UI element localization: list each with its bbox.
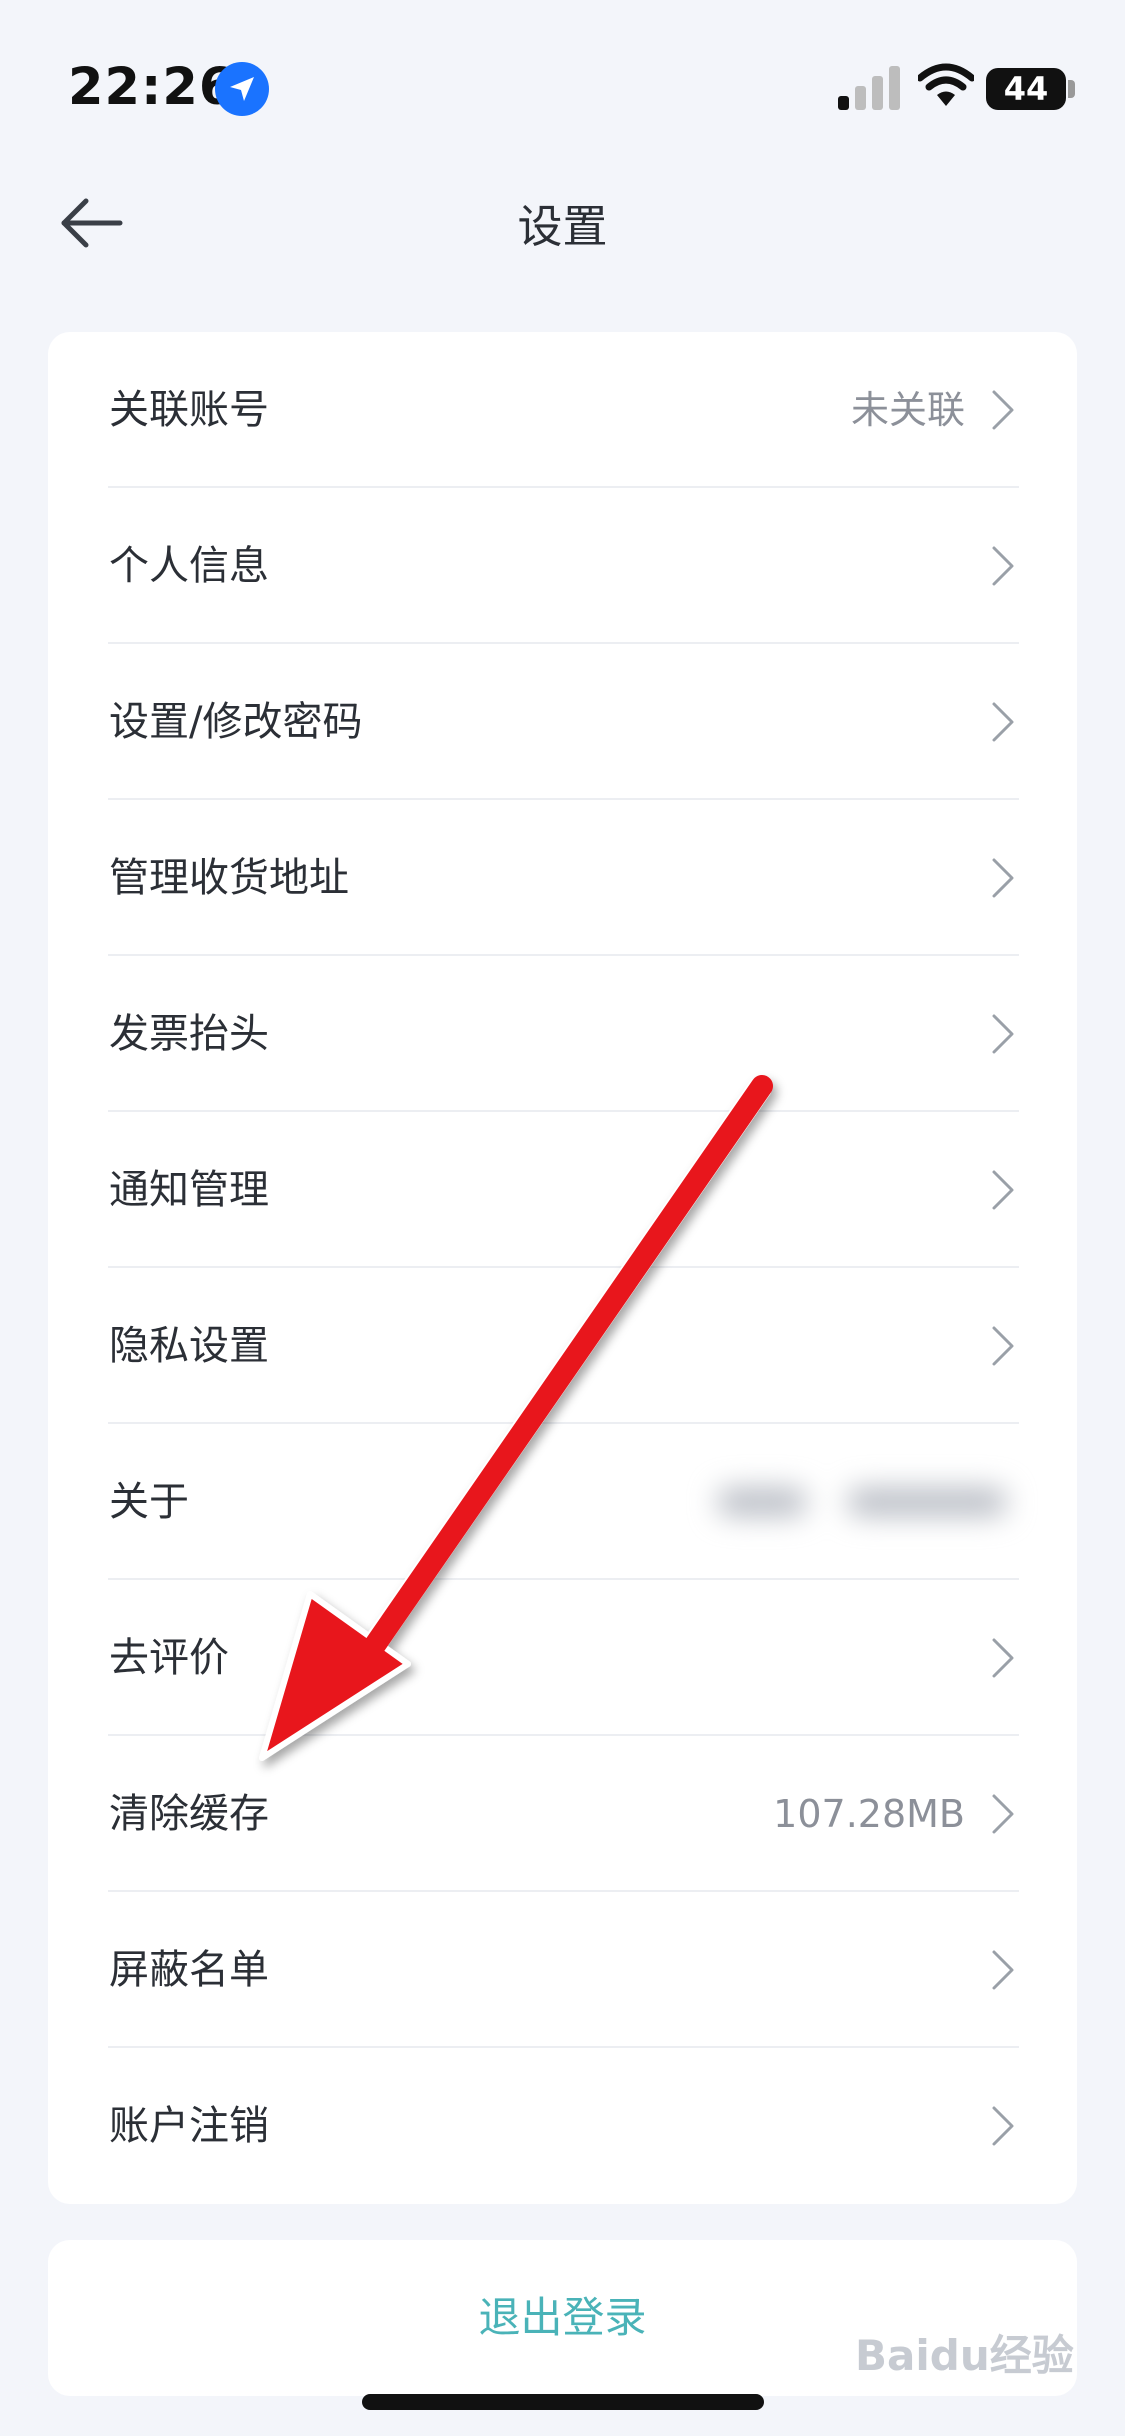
baidu-watermark: Baidu经验	[855, 2331, 1074, 2380]
item-label: 清除缓存	[109, 1791, 269, 1837]
settings-item-linked-account[interactable]: 关联账号 未关联	[48, 332, 1077, 488]
page-title: 设置	[517, 200, 608, 253]
blurred-version-info	[697, 1474, 1017, 1530]
settings-item-notifications[interactable]: 通知管理	[48, 1112, 1077, 1268]
chevron-right-icon	[992, 546, 1014, 586]
home-indicator[interactable]	[362, 2394, 764, 2410]
settings-list: 关联账号 未关联 个人信息 设置/修改密码 管理收货地址 发票抬头 通知管理 隐…	[48, 332, 1077, 2204]
settings-item-rate[interactable]: 去评价	[48, 1580, 1077, 1736]
chevron-right-icon	[992, 1794, 1014, 1834]
item-label: 发票抬头	[109, 1011, 269, 1057]
chevron-right-icon	[992, 858, 1014, 898]
nav-bar: 设置	[0, 170, 1125, 320]
status-time: 22:26	[68, 58, 236, 117]
battery-level: 44	[1003, 70, 1049, 108]
chevron-right-icon	[992, 1014, 1014, 1054]
settings-item-invoice-title[interactable]: 发票抬头	[48, 956, 1077, 1112]
settings-item-delete-account[interactable]: 账户注销	[48, 2048, 1077, 2204]
cache-size-value: 107.28MB	[773, 1792, 965, 1836]
chevron-right-icon	[992, 390, 1014, 430]
signal-icon	[838, 66, 900, 110]
item-label: 屏蔽名单	[109, 1947, 269, 1993]
item-label: 隐私设置	[109, 1323, 269, 1369]
battery-cap	[1068, 80, 1075, 98]
chevron-right-icon	[992, 1638, 1014, 1678]
settings-item-clear-cache[interactable]: 清除缓存 107.28MB	[48, 1736, 1077, 1892]
item-label: 账户注销	[109, 2103, 269, 2149]
chevron-right-icon	[992, 1950, 1014, 1990]
item-label: 设置/修改密码	[109, 699, 363, 745]
settings-item-shipping-address[interactable]: 管理收货地址	[48, 800, 1077, 956]
item-label: 管理收货地址	[109, 855, 349, 901]
item-label: 通知管理	[109, 1167, 269, 1213]
item-label: 关于	[109, 1479, 189, 1525]
location-icon	[215, 62, 269, 116]
item-label: 去评价	[109, 1635, 229, 1681]
settings-item-about[interactable]: 关于	[48, 1424, 1077, 1580]
item-value: 未关联	[850, 388, 965, 432]
settings-item-block-list[interactable]: 屏蔽名单	[48, 1892, 1077, 2048]
settings-item-privacy[interactable]: 隐私设置	[48, 1268, 1077, 1424]
item-label: 个人信息	[109, 543, 269, 589]
chevron-right-icon	[992, 1170, 1014, 1210]
battery-icon: 44	[986, 68, 1066, 110]
chevron-right-icon	[992, 2106, 1014, 2146]
chevron-right-icon	[992, 1326, 1014, 1366]
status-bar: 22:26 44	[0, 0, 1125, 170]
wifi-icon	[918, 63, 974, 106]
settings-item-password[interactable]: 设置/修改密码	[48, 644, 1077, 800]
settings-item-personal-info[interactable]: 个人信息	[48, 488, 1077, 644]
item-label: 关联账号	[109, 387, 269, 433]
chevron-right-icon	[992, 702, 1014, 742]
